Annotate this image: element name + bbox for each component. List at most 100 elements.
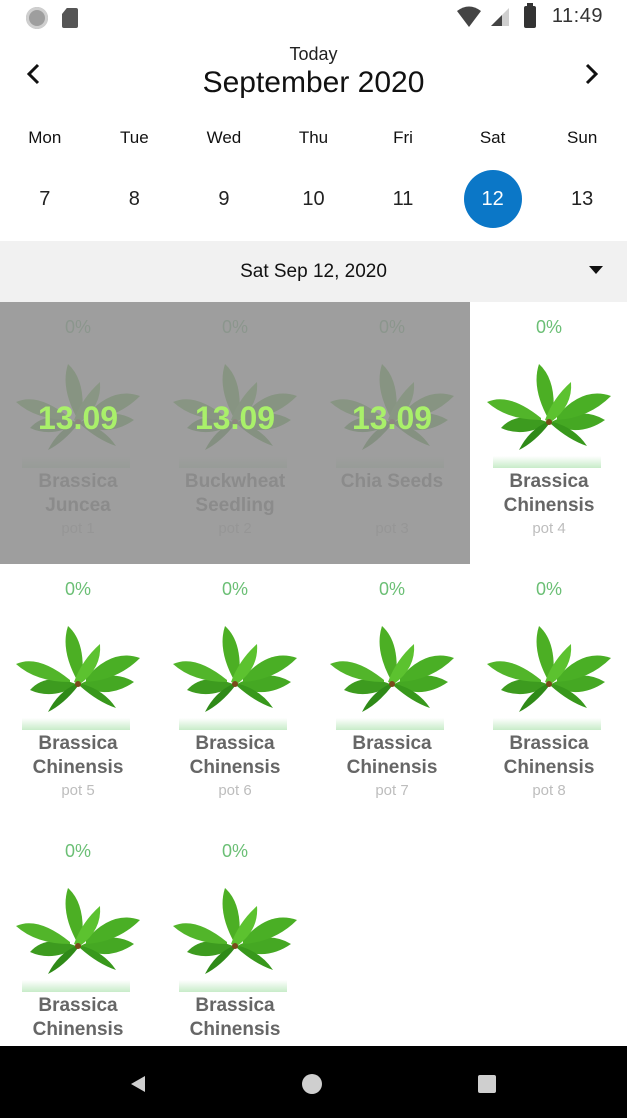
date-selector[interactable]: Sat Sep 12, 2020 <box>0 241 627 302</box>
pot-card[interactable]: 0% Brassica Chinensis pot 8 <box>471 564 627 826</box>
cell-signal-icon <box>490 7 509 26</box>
pot-percent: 0% <box>64 579 91 599</box>
day-cell[interactable]: 10 <box>269 170 359 228</box>
month-title: September 2020 <box>202 66 425 99</box>
pot-plant-name-line2: Chinensis <box>189 757 281 778</box>
pot-plant-name: Brassica Chinensis <box>471 470 627 518</box>
weekday-header: Mon Tue Wed Thu Fri Sat Sun <box>0 128 627 148</box>
pot-progress-bar <box>336 718 444 730</box>
next-week-button[interactable] <box>575 58 607 90</box>
chevron-left-icon <box>26 63 40 85</box>
system-navigation-bar <box>0 1046 627 1118</box>
pot-percent: 0% <box>64 841 91 861</box>
back-icon[interactable] <box>129 1074 147 1094</box>
day-number: 12 <box>463 170 522 228</box>
today-button[interactable]: Today <box>0 44 627 65</box>
day-cell-selected[interactable]: 12 <box>448 170 538 228</box>
pot-percent: 0% <box>378 579 405 599</box>
battery-icon <box>523 2 536 28</box>
pot-percent: 0% <box>221 841 248 861</box>
plant-icon <box>330 626 454 712</box>
plant-icon <box>173 888 297 974</box>
pot-plant-name-line2: Chinensis <box>189 1019 281 1040</box>
pot-plant-name-line1: Brassica <box>195 733 275 754</box>
weekday-label: Fri <box>393 128 413 147</box>
pot-plant-name: Brassica Chinensis <box>157 732 313 780</box>
pot-label: pot 5 <box>61 782 95 799</box>
pot-card[interactable]: 0% Brassica Chinensis <box>157 826 313 1046</box>
wifi-icon <box>456 6 481 27</box>
pot-plant-name: Brassica Chinensis <box>0 732 156 780</box>
selected-date-text: Sat Sep 12, 2020 <box>240 261 387 282</box>
weekday-label: Wed <box>206 128 242 147</box>
plant-icon <box>173 626 297 712</box>
pot-progress-bar <box>22 718 130 730</box>
pot-plant-name-line1: Brassica <box>509 471 589 492</box>
day-number: 10 <box>302 187 325 210</box>
pot-plant-name-line1: Brassica <box>352 733 432 754</box>
pot-overlay-value: 13.09 <box>37 400 119 436</box>
status-time: 11:49 <box>551 5 603 27</box>
day-cell[interactable]: 11 <box>358 170 448 228</box>
pot-plant-name-line1: Brassica <box>195 995 275 1016</box>
day-number: 9 <box>218 187 230 210</box>
pot-progress-bar <box>493 718 601 730</box>
pot-plant-name-line2: Chinensis <box>503 495 595 516</box>
pot-plant-name-line2: Chinensis <box>503 757 595 778</box>
plant-icon <box>16 626 140 712</box>
day-number: 8 <box>128 187 140 210</box>
home-icon[interactable] <box>302 1074 322 1094</box>
pot-plant-name: Brassica Chinensis <box>314 732 470 780</box>
dropdown-arrow-icon[interactable] <box>587 263 605 277</box>
pot-percent: 0% <box>535 317 562 337</box>
sd-card-icon <box>62 8 78 28</box>
weekday-label: Mon <box>28 128 62 147</box>
day-cell[interactable]: 8 <box>90 170 180 228</box>
pot-card[interactable]: 0% Brassica Chinensis pot 7 <box>314 564 470 826</box>
pot-plant-name-line2: Chinensis <box>32 757 124 778</box>
previous-week-button[interactable] <box>18 58 50 90</box>
weekday-label: Sat <box>479 128 506 147</box>
pot-progress-bar <box>179 718 287 730</box>
pot-overlay-value: 13.09 <box>194 400 276 436</box>
weekday-label: Tue <box>120 128 149 147</box>
day-cell[interactable]: 7 <box>0 170 90 228</box>
weekday-label: Sun <box>567 128 598 147</box>
pot-card[interactable]: 0% Brassica Chinensis pot 5 <box>0 564 156 826</box>
pot-label: pot 6 <box>218 782 252 799</box>
pot-percent: 0% <box>535 579 562 599</box>
pot-plant-name-line2: Chinensis <box>32 1019 124 1040</box>
pot-label: pot 7 <box>375 782 409 799</box>
pot-label: pot 8 <box>532 782 566 799</box>
pots-grid: 0% Brassica Juncea pot 1 13.09 0% <box>0 302 627 1046</box>
pot-plant-name-line1: Brassica <box>38 733 118 754</box>
pot-plant-name: Brassica Chinensis <box>157 994 313 1042</box>
pot-plant-name: Brassica Chinensis <box>471 732 627 780</box>
status-bar: 11:49 <box>0 0 627 36</box>
pot-progress-bar <box>493 456 601 468</box>
plant-icon <box>487 364 611 450</box>
notification-dot-icon <box>26 7 48 29</box>
day-number: 7 <box>39 187 51 210</box>
pot-progress-bar <box>179 980 287 992</box>
day-number: 11 <box>392 187 414 210</box>
pot-card[interactable]: 0% Brassica Chinensis pot 4 <box>471 302 627 564</box>
pot-percent: 0% <box>221 579 248 599</box>
pot-plant-name-line1: Brassica <box>38 995 118 1016</box>
pot-plant-name-line2: Chinensis <box>346 757 438 778</box>
week-days-row: 7 8 9 10 11 12 13 <box>0 170 627 228</box>
pot-progress-bar <box>22 980 130 992</box>
plant-icon <box>487 626 611 712</box>
pot-plant-name: Brassica Chinensis <box>0 994 156 1042</box>
pot-label: pot 4 <box>532 520 566 537</box>
pot-plant-name-line1: Brassica <box>509 733 589 754</box>
pot-card[interactable]: 0% Brassica Chinensis pot 6 <box>157 564 313 826</box>
chevron-right-icon <box>585 63 599 85</box>
weekday-label: Thu <box>298 128 329 147</box>
pot-card[interactable]: 0% Brassica Chinensis <box>0 826 156 1046</box>
day-cell[interactable]: 9 <box>179 170 269 228</box>
recent-apps-icon[interactable] <box>478 1075 496 1093</box>
day-cell[interactable]: 13 <box>537 170 627 228</box>
plant-icon <box>16 888 140 974</box>
pot-overlay-value: 13.09 <box>351 400 433 436</box>
